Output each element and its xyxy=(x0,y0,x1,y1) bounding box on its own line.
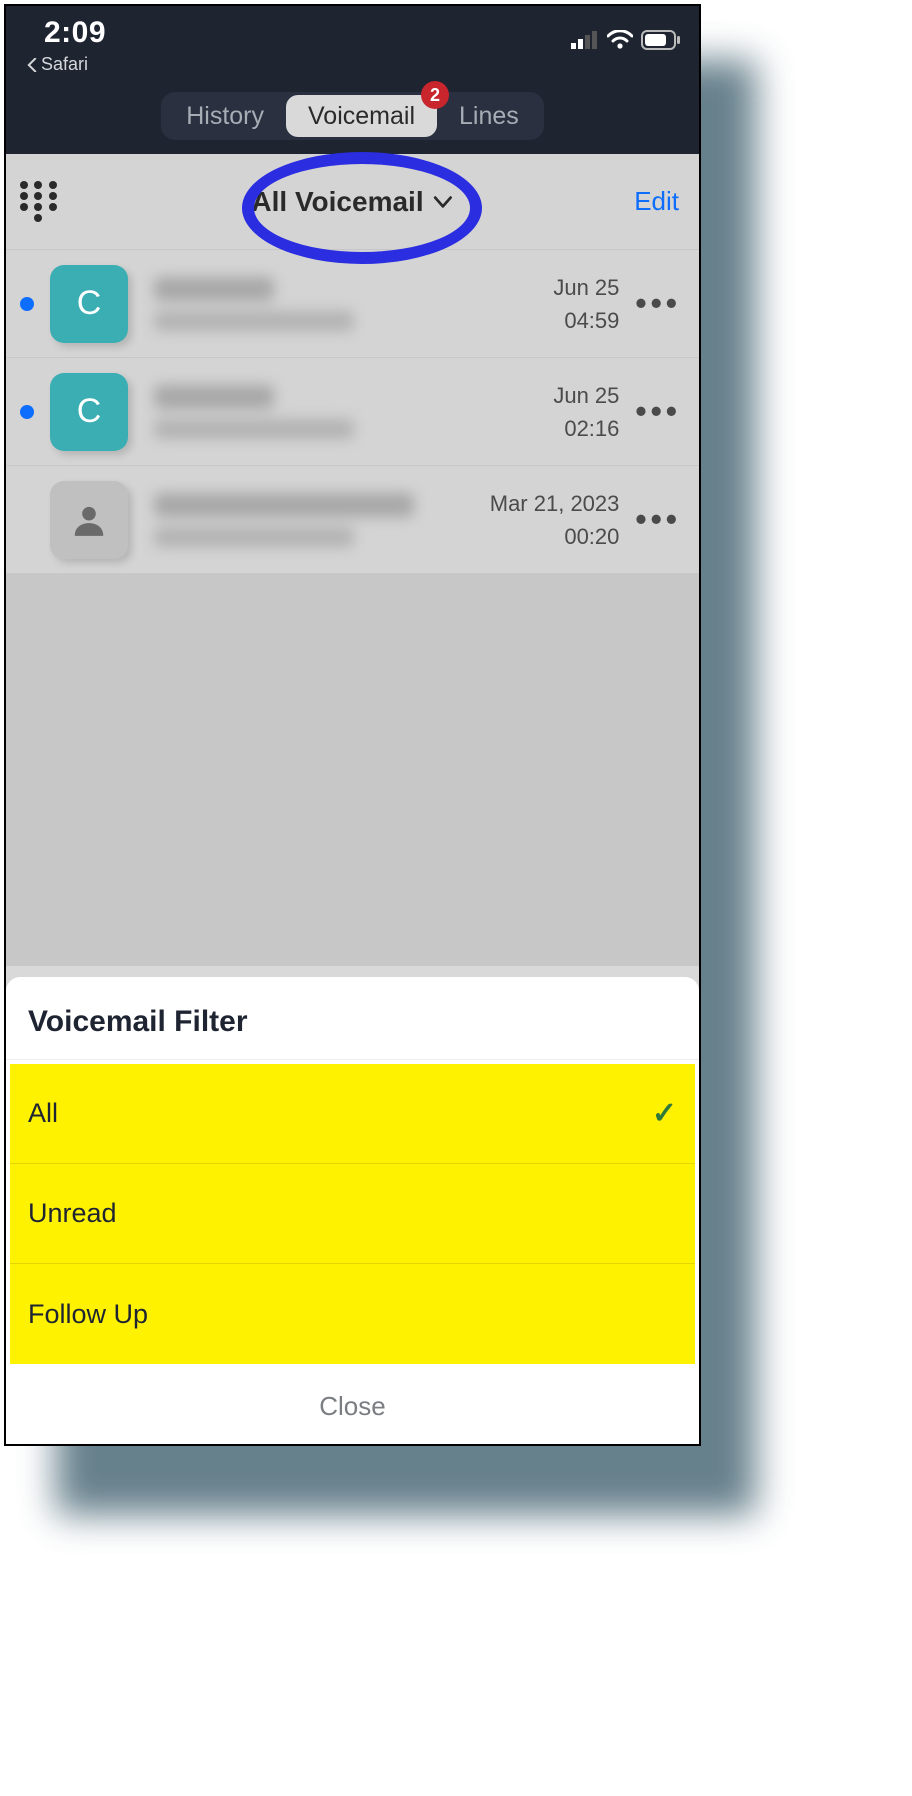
status-time: 2:09 xyxy=(44,16,106,50)
filter-option-followup[interactable]: Follow Up xyxy=(10,1264,695,1364)
row-caller-blurred xyxy=(154,493,490,547)
filter-option-label: Unread xyxy=(28,1198,117,1229)
row-timestamp: Jun 25 02:16 xyxy=(553,379,619,445)
avatar: C xyxy=(50,265,128,343)
dialpad-icon[interactable] xyxy=(20,182,60,222)
voicemail-row[interactable]: Mar 21, 2023 00:20 ••• xyxy=(6,466,699,574)
back-app-label: Safari xyxy=(41,54,88,75)
avatar-letter: C xyxy=(77,284,102,323)
row-duration: 04:59 xyxy=(553,304,619,337)
voicemail-row[interactable]: C Jun 25 04:59 ••• xyxy=(6,250,699,358)
filter-option-label: All xyxy=(28,1098,58,1129)
row-date: Mar 21, 2023 xyxy=(490,487,620,520)
filter-sheet: Voicemail Filter All ✓ Unread Follow Up … xyxy=(6,977,699,1444)
voicemail-row[interactable]: C Jun 25 02:16 ••• xyxy=(6,358,699,466)
filter-title: All Voicemail xyxy=(251,186,423,218)
empty-area xyxy=(6,574,699,966)
wifi-icon xyxy=(607,30,633,50)
tab-history-label: History xyxy=(186,102,264,131)
top-tab-bar: History Voicemail 2 Lines xyxy=(6,78,699,154)
status-bar: 2:09 Safari xyxy=(6,6,699,78)
more-icon[interactable]: ••• xyxy=(635,393,681,430)
battery-icon xyxy=(641,30,681,50)
row-timestamp: Mar 21, 2023 00:20 xyxy=(490,487,620,553)
tab-lines-label: Lines xyxy=(459,102,519,131)
row-timestamp: Jun 25 04:59 xyxy=(553,271,619,337)
row-date: Jun 25 xyxy=(553,379,619,412)
row-date: Jun 25 xyxy=(553,271,619,304)
row-caller-blurred xyxy=(154,385,553,439)
sheet-title: Voicemail Filter xyxy=(6,977,699,1060)
filter-option-unread[interactable]: Unread xyxy=(10,1164,695,1264)
edit-label: Edit xyxy=(634,186,679,216)
voicemail-list: C Jun 25 04:59 ••• C xyxy=(6,250,699,966)
more-icon[interactable]: ••• xyxy=(635,501,681,538)
tab-voicemail-label: Voicemail xyxy=(308,102,415,131)
list-header: All Voicemail Edit xyxy=(6,154,699,250)
close-label: Close xyxy=(319,1391,385,1422)
row-duration: 02:16 xyxy=(553,412,619,445)
edit-button[interactable]: Edit xyxy=(634,186,679,217)
tab-lines[interactable]: Lines xyxy=(437,95,541,137)
segmented-control: History Voicemail 2 Lines xyxy=(161,92,544,140)
checkmark-icon: ✓ xyxy=(652,1096,677,1131)
filter-option-label: Follow Up xyxy=(28,1299,148,1330)
back-chevron-icon xyxy=(26,58,40,72)
unread-indicator xyxy=(20,405,34,419)
status-icons xyxy=(571,30,681,50)
filter-dropdown[interactable]: All Voicemail xyxy=(251,186,453,218)
tab-history[interactable]: History xyxy=(164,95,286,137)
close-button[interactable]: Close xyxy=(6,1368,699,1444)
filter-options: All ✓ Unread Follow Up xyxy=(10,1064,695,1364)
row-caller-blurred xyxy=(154,277,553,331)
cellular-signal-icon xyxy=(571,31,599,49)
filter-option-all[interactable]: All ✓ xyxy=(10,1064,695,1164)
unread-indicator xyxy=(20,297,34,311)
back-to-app[interactable]: Safari xyxy=(26,54,88,75)
row-duration: 00:20 xyxy=(490,520,620,553)
phone-frame: 2:09 Safari xyxy=(4,4,701,1446)
more-icon[interactable]: ••• xyxy=(635,285,681,322)
chevron-down-icon xyxy=(432,191,454,213)
avatar: C xyxy=(50,373,128,451)
person-icon xyxy=(70,501,108,539)
avatar xyxy=(50,481,128,559)
avatar-letter: C xyxy=(77,392,102,431)
tab-voicemail[interactable]: Voicemail 2 xyxy=(286,95,437,137)
